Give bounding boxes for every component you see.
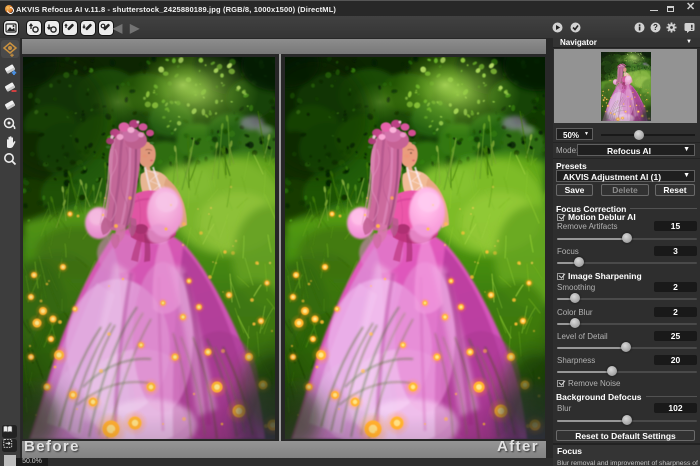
svg-text:?: ?	[653, 23, 658, 32]
